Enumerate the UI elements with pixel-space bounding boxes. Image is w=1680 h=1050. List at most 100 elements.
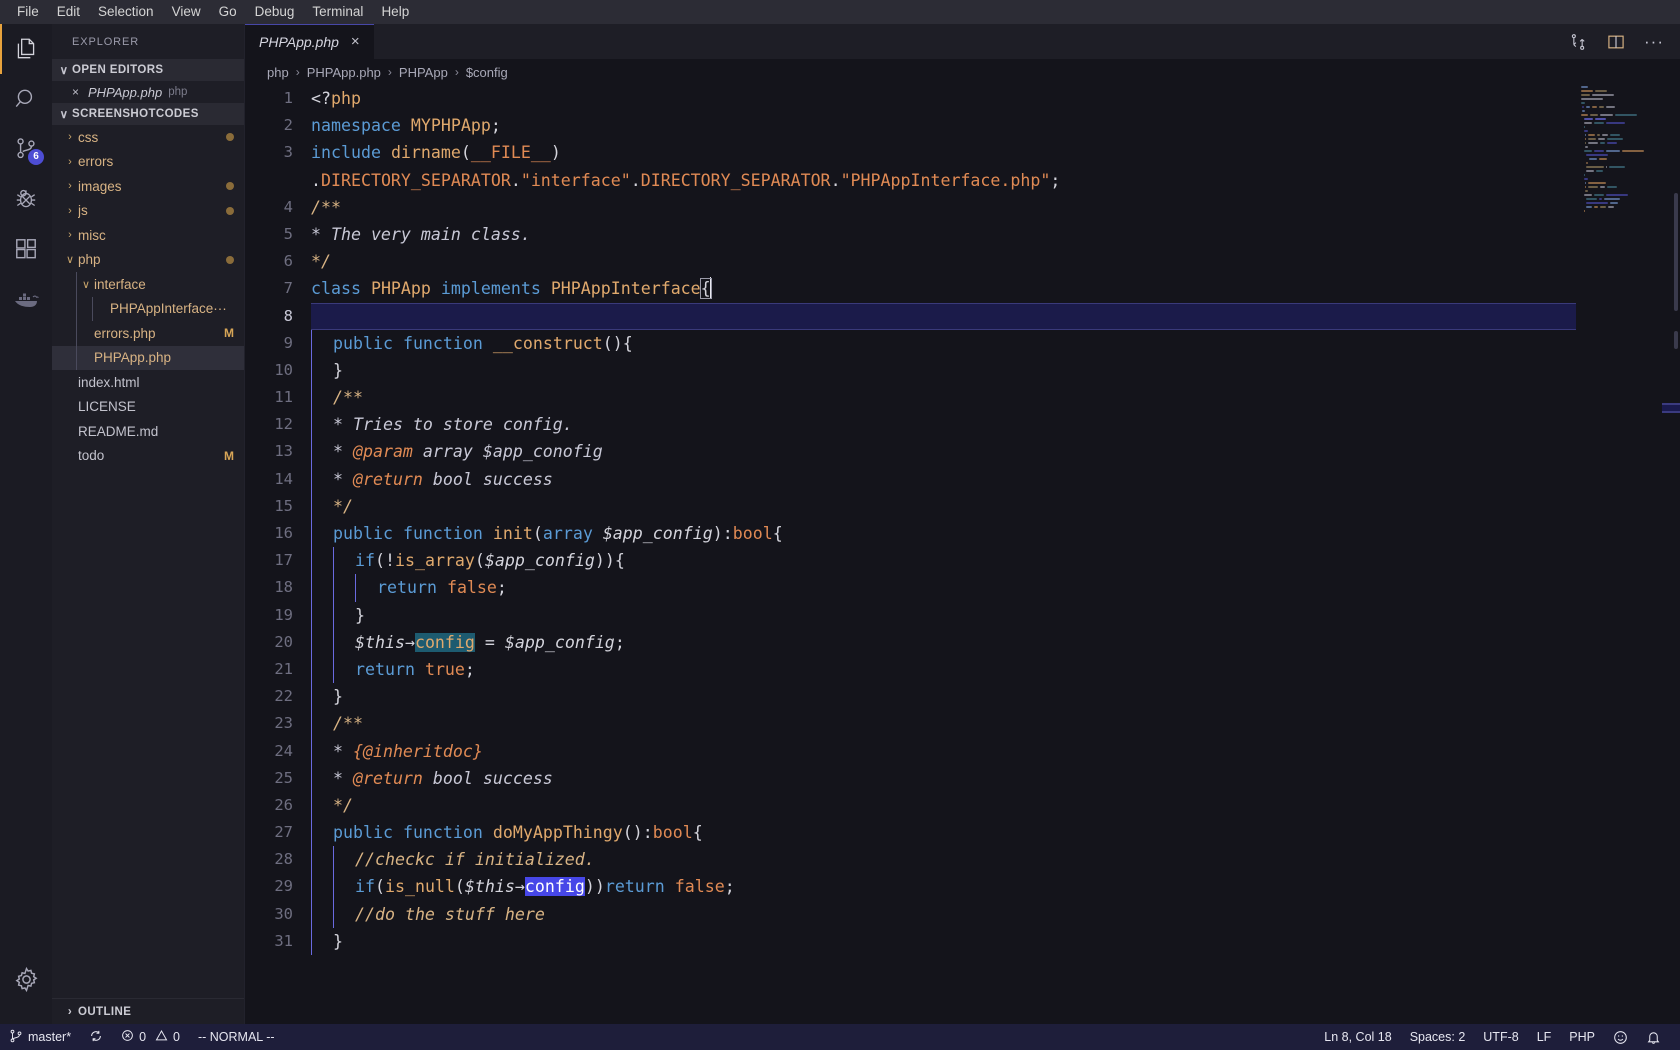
code-line[interactable]: 24 * {@inheritdoc} <box>245 737 1680 765</box>
code-line-text: * @return bool success <box>311 465 1680 493</box>
status-problems[interactable]: 0 0 <box>112 1024 189 1050</box>
code-line[interactable]: 20 $this→config = $app_config; <box>245 628 1680 656</box>
tree-item-misc[interactable]: › misc <box>52 223 244 248</box>
activity-extensions[interactable] <box>0 224 52 274</box>
split-editor-icon[interactable] <box>1606 32 1626 52</box>
close-icon[interactable]: × <box>351 34 360 49</box>
code-line[interactable]: 31} <box>245 927 1680 955</box>
code-line-text: class PHPApp implements PHPAppInterface{ <box>311 277 712 300</box>
status-cursor-position[interactable]: Ln 8, Col 18 <box>1315 1024 1400 1050</box>
section-outline[interactable]: › OUTLINE <box>52 998 244 1024</box>
scrollbar-thumb[interactable] <box>1674 193 1678 311</box>
status-encoding[interactable]: UTF-8 <box>1474 1024 1527 1050</box>
status-language-mode[interactable]: PHP <box>1560 1024 1604 1050</box>
chevron-right-icon[interactable]: › <box>62 156 78 168</box>
split-compare-icon[interactable] <box>1568 32 1588 52</box>
code-line[interactable]: 2 namespace MYPHPApp; <box>245 112 1680 139</box>
more-actions-icon[interactable]: ··· <box>1644 33 1664 50</box>
tree-item-todo[interactable]: todo M <box>52 444 244 469</box>
tree-item-interface[interactable]: ∨ interface <box>52 272 244 297</box>
tree-item-phpapp-php[interactable]: PHPApp.php <box>52 345 244 370</box>
code-line[interactable]: 9 public function __construct(){ <box>245 329 1680 357</box>
code-line[interactable]: 30 //do the stuff here <box>245 900 1680 928</box>
menu-item-terminal[interactable]: Terminal <box>303 1 372 23</box>
menu-item-debug[interactable]: Debug <box>246 1 304 23</box>
code-line[interactable]: 27 public function doMyAppThingy():bool{ <box>245 819 1680 847</box>
menu-item-help[interactable]: Help <box>372 1 418 23</box>
code-line[interactable]: 5 * The very main class. <box>245 221 1680 248</box>
chevron-down-icon[interactable]: ∨ <box>62 253 78 266</box>
activity-manage[interactable] <box>0 954 52 1004</box>
code-line[interactable]: 25 * @return bool success <box>245 764 1680 792</box>
close-icon[interactable]: × <box>72 86 88 98</box>
breadcrumb-item-0[interactable]: php <box>267 65 289 80</box>
activity-source-control[interactable]: 6 <box>0 124 52 174</box>
minimap[interactable] <box>1576 85 1662 1024</box>
activity-docker[interactable] <box>0 274 52 324</box>
code-line[interactable]: 28 //checkc if initialized. <box>245 846 1680 874</box>
tree-item-readme-md[interactable]: README.md <box>52 419 244 444</box>
open-editor-item[interactable]: × PHPApp.php php <box>52 81 244 103</box>
tree-item-phpappinterface[interactable]: PHPAppInterface··· <box>52 296 244 321</box>
breadcrumb-item-3[interactable]: $config <box>466 65 508 80</box>
code-line[interactable]: 16 public function init(array $app_config… <box>245 520 1680 548</box>
code-line[interactable]: 26 */ <box>245 791 1680 820</box>
tree-item-index-html[interactable]: index.html <box>52 370 244 395</box>
status-indentation[interactable]: Spaces: 2 <box>1401 1024 1475 1050</box>
code-line[interactable]: 29 if(is_null($this→config))return false; <box>245 873 1680 901</box>
section-workspace[interactable]: ∨ SCREENSHOTCODES <box>52 103 244 125</box>
chevron-right-icon[interactable]: › <box>62 205 78 217</box>
code-line[interactable]: 23 /** <box>245 710 1680 738</box>
code-line[interactable]: 17 if(!is_array($app_config)){ <box>245 547 1680 575</box>
menu-item-selection[interactable]: Selection <box>89 1 163 23</box>
code-line[interactable]: 11 /** <box>245 384 1680 412</box>
activity-explorer[interactable] <box>0 24 52 74</box>
code-line[interactable]: 19} <box>245 601 1680 629</box>
code-line[interactable]: 7 class PHPApp implements PHPAppInterface… <box>245 275 1680 302</box>
chevron-down-icon[interactable]: ∨ <box>78 278 94 291</box>
code-line[interactable]: 14 * @return bool success <box>245 465 1680 493</box>
code-line[interactable]: 3 include dirname(__FILE__) <box>245 139 1680 166</box>
code-line[interactable]: 12 * Tries to store config. <box>245 411 1680 439</box>
status-eol[interactable]: LF <box>1528 1024 1561 1050</box>
activity-debug[interactable] <box>0 174 52 224</box>
tree-item-php[interactable]: ∨ php <box>52 248 244 273</box>
section-open-editors[interactable]: ∨ OPEN EDITORS <box>52 59 244 81</box>
menu-item-go[interactable]: Go <box>210 1 246 23</box>
tree-item-js[interactable]: › js <box>52 199 244 224</box>
code-line[interactable]: 8 private $config; <box>245 302 1680 330</box>
activity-search[interactable] <box>0 74 52 124</box>
chevron-right-icon[interactable]: › <box>62 180 78 192</box>
menu-item-view[interactable]: View <box>163 1 210 23</box>
tree-item-errors-php[interactable]: errors.php M <box>52 321 244 346</box>
menu-item-file[interactable]: File <box>8 1 48 23</box>
status-sync[interactable] <box>80 1024 112 1050</box>
notifications-bell-icon[interactable] <box>1637 1024 1670 1050</box>
code-editor[interactable]: 1 <?php 2 namespace MYPHPApp; 3 include dirna… <box>245 85 1680 1024</box>
line-number: 8 <box>283 306 293 325</box>
feedback-smiley-icon[interactable] <box>1604 1024 1637 1050</box>
code-line[interactable]: 22} <box>245 683 1680 711</box>
tab-phpapp-php[interactable]: PHPApp.php × <box>245 24 374 59</box>
code-line[interactable]: 4 /** <box>245 194 1680 221</box>
code-line[interactable]: 21 return true; <box>245 655 1680 684</box>
tree-item-images[interactable]: › images <box>52 174 244 199</box>
code-line[interactable]: 10} <box>245 356 1680 385</box>
code-line[interactable]: 1 <?php <box>245 85 1680 112</box>
chevron-right-icon[interactable]: › <box>62 229 78 241</box>
code-line[interactable]: 15 */ <box>245 492 1680 520</box>
code-line[interactable]: 18 return false; <box>245 574 1680 602</box>
breadcrumb-item-2[interactable]: PHPApp <box>399 65 448 80</box>
tree-item-license[interactable]: LICENSE <box>52 395 244 420</box>
tree-item-errors[interactable]: › errors <box>52 150 244 175</box>
chevron-right-icon: › <box>387 65 392 79</box>
chevron-right-icon[interactable]: › <box>62 131 78 143</box>
menu-item-edit[interactable]: Edit <box>48 1 89 23</box>
status-branch[interactable]: master* <box>0 1024 80 1050</box>
code-line[interactable]: 13 * @param array $app_conofig <box>245 438 1680 466</box>
code-line[interactable]: 6 */ <box>245 248 1680 275</box>
code-line[interactable]: .DIRECTORY_SEPARATOR."interface".DIRECTO… <box>245 167 1680 194</box>
overview-ruler[interactable] <box>1662 85 1680 1024</box>
tree-item-css[interactable]: › css <box>52 125 244 150</box>
breadcrumb-item-1[interactable]: PHPApp.php <box>307 65 381 80</box>
